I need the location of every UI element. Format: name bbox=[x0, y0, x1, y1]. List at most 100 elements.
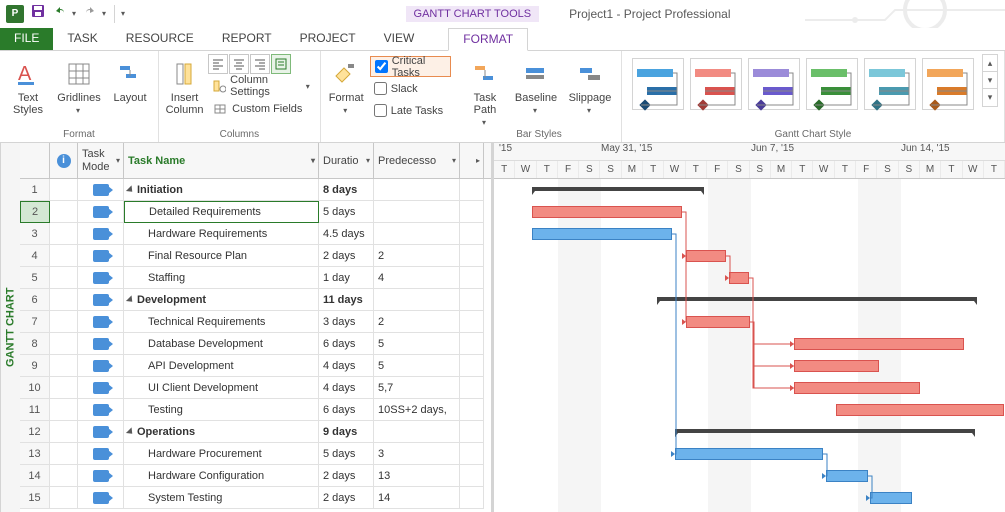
table-row[interactable]: 2Detailed Requirements5 days bbox=[20, 201, 491, 223]
row-number[interactable]: 10 bbox=[20, 377, 50, 399]
undo-icon[interactable] bbox=[52, 3, 68, 24]
predecessor-cell[interactable]: 5 bbox=[374, 333, 460, 355]
style-thumb[interactable] bbox=[632, 58, 684, 110]
dropdown-icon[interactable]: ▾ bbox=[366, 156, 370, 165]
slack-checkbox[interactable]: Slack bbox=[370, 78, 451, 99]
task-bar[interactable] bbox=[870, 492, 912, 504]
mode-cell[interactable] bbox=[78, 289, 124, 311]
add-cell[interactable] bbox=[460, 487, 484, 509]
info-cell[interactable] bbox=[50, 377, 78, 399]
task-bar[interactable] bbox=[686, 250, 726, 262]
align-center-button[interactable] bbox=[229, 54, 249, 74]
mode-cell[interactable] bbox=[78, 311, 124, 333]
mode-cell[interactable] bbox=[78, 487, 124, 509]
mode-cell[interactable] bbox=[78, 267, 124, 289]
duration-cell[interactable]: 2 days bbox=[319, 487, 374, 509]
task-name-cell[interactable]: Hardware Procurement bbox=[124, 443, 319, 465]
table-row[interactable]: 10 UI Client Development4 days5,7 bbox=[20, 377, 491, 399]
table-row[interactable]: 15System Testing2 days14 bbox=[20, 487, 491, 509]
row-number[interactable]: 1 bbox=[20, 179, 50, 201]
summary-bar[interactable] bbox=[675, 429, 975, 433]
tab-resource[interactable]: RESOURCE bbox=[112, 28, 208, 50]
task-name-cell[interactable]: UI Client Development bbox=[124, 377, 319, 399]
duration-cell[interactable]: 4 days bbox=[319, 377, 374, 399]
mode-cell[interactable] bbox=[78, 333, 124, 355]
duration-cell[interactable]: 8 days bbox=[319, 179, 374, 201]
mode-cell[interactable] bbox=[78, 399, 124, 421]
task-name-cell[interactable]: API Development bbox=[124, 355, 319, 377]
qat-customize-icon[interactable]: ▾ bbox=[121, 9, 125, 18]
add-cell[interactable] bbox=[460, 311, 484, 333]
save-icon[interactable] bbox=[30, 3, 46, 24]
info-cell[interactable] bbox=[50, 443, 78, 465]
table-row[interactable]: 3 Hardware Requirements4.5 days bbox=[20, 223, 491, 245]
table-row[interactable]: 13Hardware Procurement5 days3 bbox=[20, 443, 491, 465]
text-styles-button[interactable]: A Text Styles bbox=[6, 54, 50, 116]
predecessor-cell[interactable] bbox=[374, 289, 460, 311]
row-number[interactable]: 6 bbox=[20, 289, 50, 311]
add-cell[interactable] bbox=[460, 179, 484, 201]
summary-bar[interactable] bbox=[532, 187, 704, 191]
add-cell[interactable] bbox=[460, 421, 484, 443]
col-info[interactable]: i bbox=[50, 143, 78, 178]
table-row[interactable]: 7Technical Requirements3 days2 bbox=[20, 311, 491, 333]
duration-cell[interactable]: 4.5 days bbox=[319, 223, 374, 245]
insert-column-button[interactable]: Insert Column bbox=[165, 54, 204, 116]
row-number[interactable]: 2 bbox=[20, 201, 50, 223]
duration-cell[interactable]: 4 days bbox=[319, 355, 374, 377]
col-add-new[interactable]: ▸ bbox=[460, 143, 484, 178]
predecessor-cell[interactable] bbox=[374, 201, 460, 223]
add-cell[interactable] bbox=[460, 223, 484, 245]
tab-format[interactable]: FORMAT bbox=[448, 28, 528, 51]
predecessor-cell[interactable] bbox=[374, 421, 460, 443]
table-row[interactable]: 9API Development4 days5 bbox=[20, 355, 491, 377]
duration-cell[interactable]: 3 days bbox=[319, 311, 374, 333]
row-number[interactable]: 3 bbox=[20, 223, 50, 245]
mode-cell[interactable] bbox=[78, 465, 124, 487]
add-cell[interactable] bbox=[460, 333, 484, 355]
task-name-cell[interactable]: Staffing bbox=[124, 267, 319, 289]
predecessor-cell[interactable] bbox=[374, 179, 460, 201]
task-name-cell[interactable]: Detailed Requirements bbox=[124, 201, 319, 223]
align-right-button[interactable] bbox=[250, 54, 270, 74]
predecessor-cell[interactable]: 13 bbox=[374, 465, 460, 487]
task-name-cell[interactable]: Hardware Requirements bbox=[124, 223, 319, 245]
select-all-cell[interactable] bbox=[20, 143, 50, 178]
task-bar[interactable] bbox=[532, 206, 682, 218]
column-settings-button[interactable]: Column Settings ▾ bbox=[208, 75, 314, 97]
task-bar[interactable] bbox=[794, 382, 920, 394]
mode-cell[interactable] bbox=[78, 421, 124, 443]
align-left-button[interactable] bbox=[208, 54, 228, 74]
task-name-cell[interactable]: Operations bbox=[124, 421, 319, 443]
style-thumb[interactable] bbox=[864, 58, 916, 110]
info-cell[interactable] bbox=[50, 201, 78, 223]
info-cell[interactable] bbox=[50, 223, 78, 245]
dropdown-icon[interactable]: ▾ bbox=[116, 156, 120, 165]
task-name-cell[interactable]: Initiation bbox=[124, 179, 319, 201]
dropdown-icon[interactable]: ▾ bbox=[311, 156, 315, 165]
task-name-cell[interactable]: Technical Requirements bbox=[124, 311, 319, 333]
gridlines-button[interactable]: Gridlines ▾ bbox=[54, 54, 104, 115]
task-bar[interactable] bbox=[826, 470, 868, 482]
mode-cell[interactable] bbox=[78, 245, 124, 267]
slippage-button[interactable]: Slippage ▾ bbox=[565, 54, 615, 115]
task-bar[interactable] bbox=[686, 316, 750, 328]
add-cell[interactable] bbox=[460, 355, 484, 377]
duration-cell[interactable]: 11 days bbox=[319, 289, 374, 311]
info-cell[interactable] bbox=[50, 179, 78, 201]
gallery-down-icon[interactable]: ▾ bbox=[983, 72, 997, 89]
task-bar[interactable] bbox=[794, 360, 879, 372]
task-name-cell[interactable]: System Testing bbox=[124, 487, 319, 509]
summary-bar[interactable] bbox=[657, 297, 977, 301]
predecessor-cell[interactable]: 5,7 bbox=[374, 377, 460, 399]
mode-cell[interactable] bbox=[78, 377, 124, 399]
table-row[interactable]: 5Staffing1 day4 bbox=[20, 267, 491, 289]
row-number[interactable]: 14 bbox=[20, 465, 50, 487]
task-name-cell[interactable]: Database Development bbox=[124, 333, 319, 355]
predecessor-cell[interactable]: 4 bbox=[374, 267, 460, 289]
redo-icon[interactable] bbox=[82, 3, 98, 24]
predecessor-cell[interactable] bbox=[374, 223, 460, 245]
undo-dropdown-icon[interactable]: ▾ bbox=[72, 9, 76, 18]
custom-fields-button[interactable]: Custom Fields bbox=[208, 98, 314, 120]
add-cell[interactable] bbox=[460, 201, 484, 223]
